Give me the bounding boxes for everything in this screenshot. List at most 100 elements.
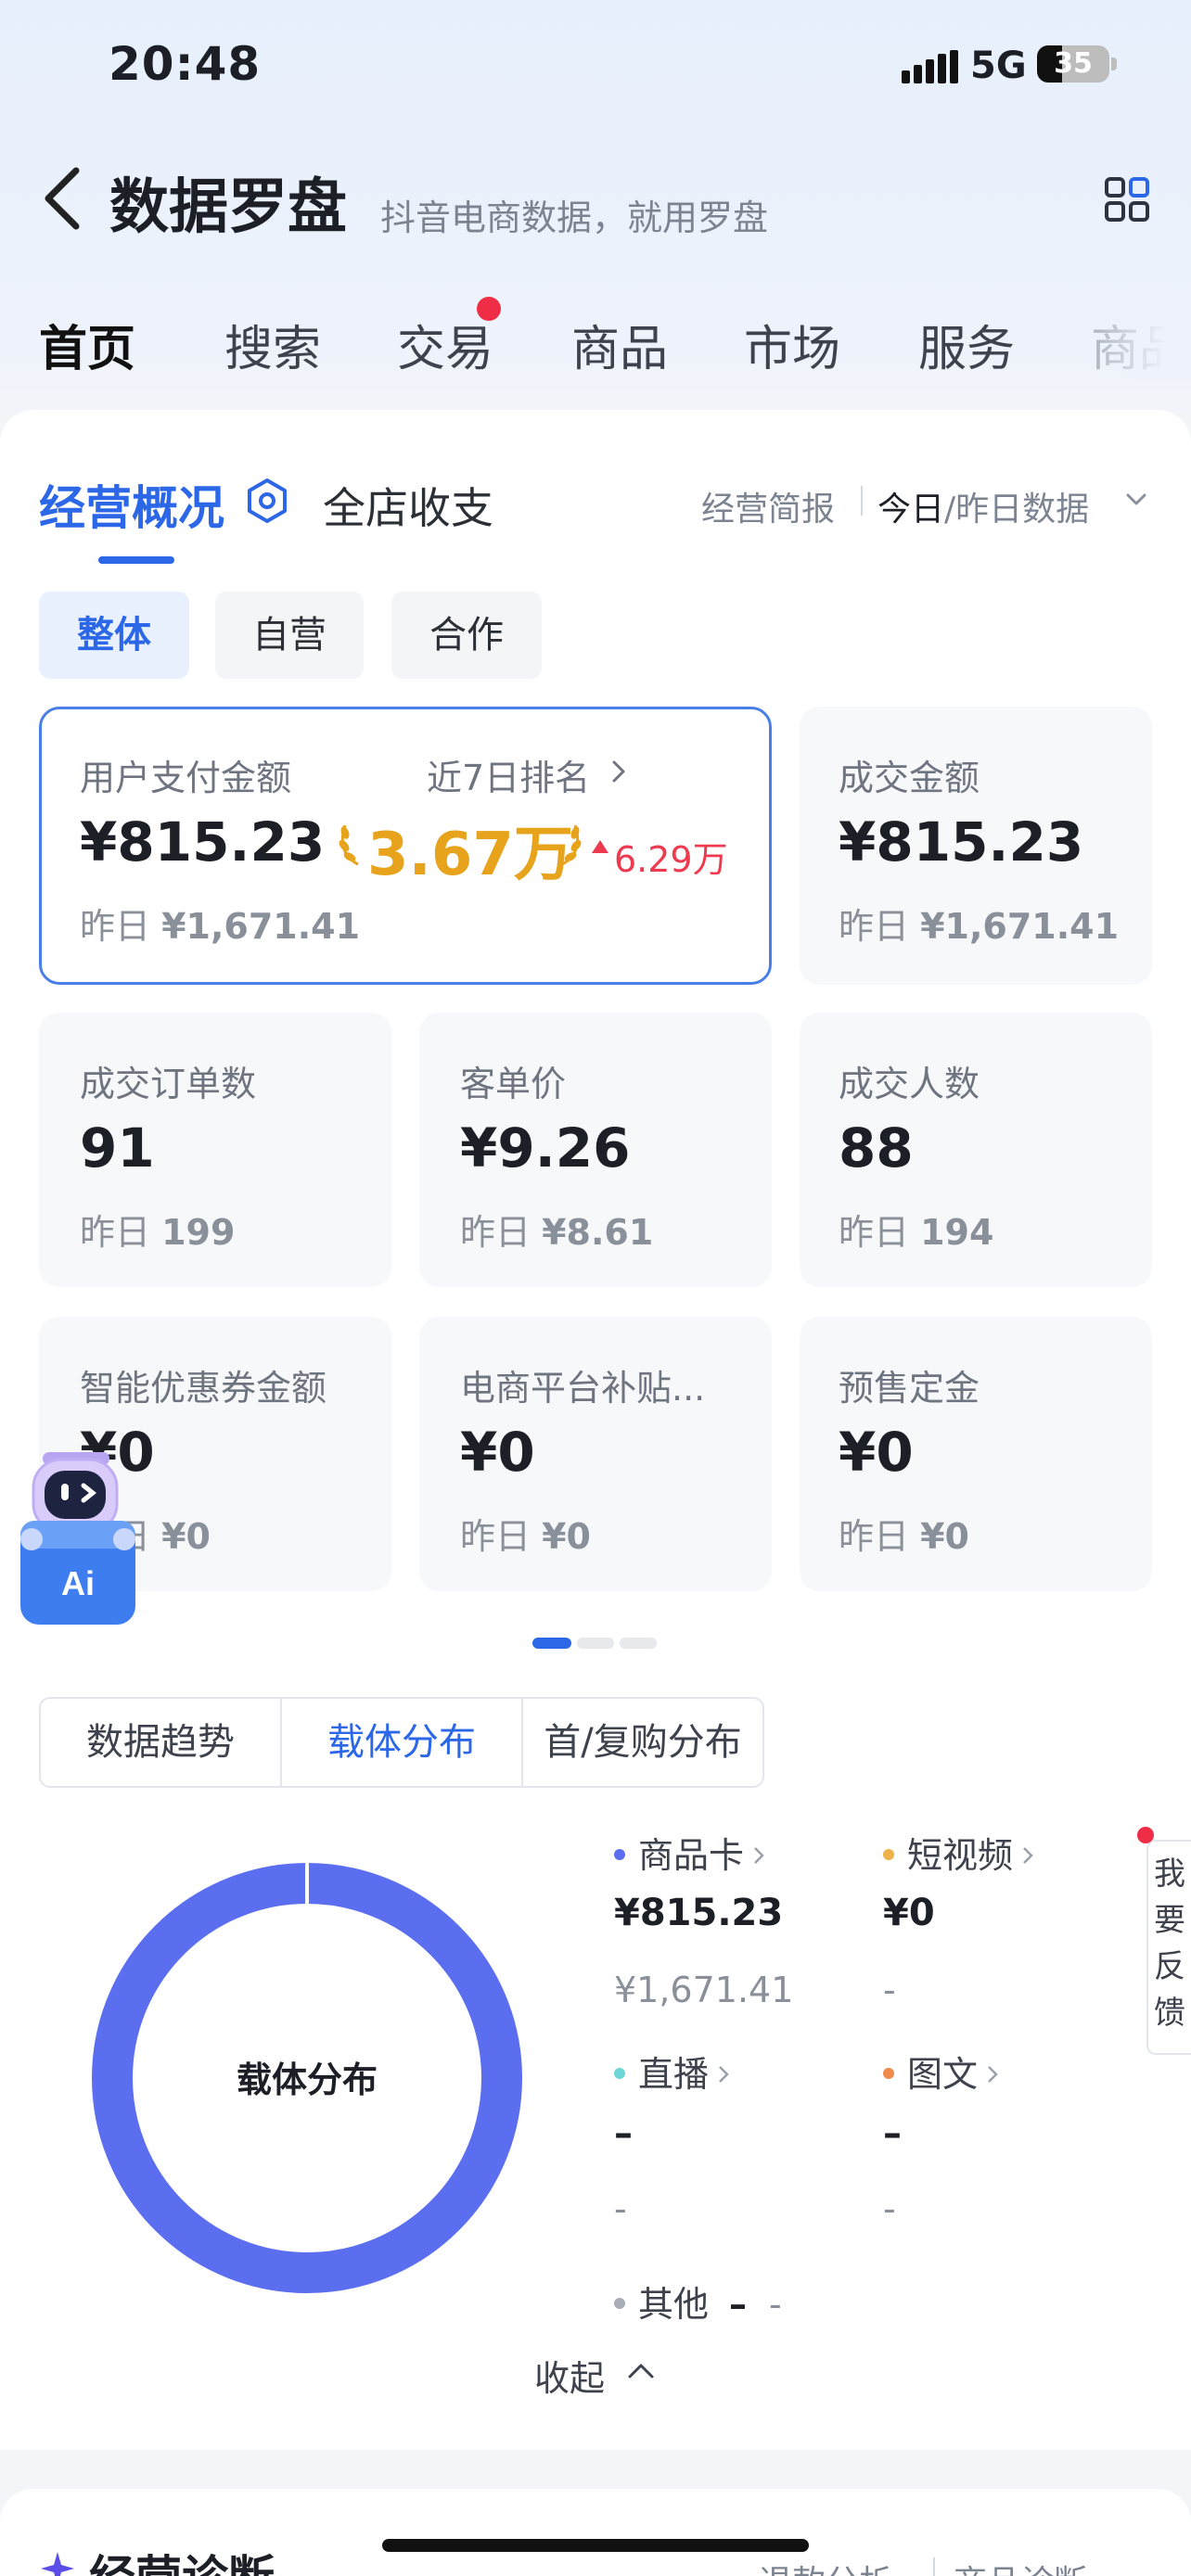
battery-icon: 35	[1037, 45, 1109, 83]
legend-dot	[614, 2297, 625, 2309]
legend-yesterday: -	[769, 2284, 782, 2325]
laurel-right-icon	[561, 824, 582, 866]
rank-label[interactable]: 近7日排名	[427, 749, 590, 800]
chevron-right-icon	[719, 2065, 729, 2083]
metric-yesterday: 昨日 ¥0	[460, 1516, 591, 1557]
legend-yesterday: -	[883, 1970, 896, 2010]
refund-analysis-link[interactable]: 退款分析	[759, 2556, 892, 2576]
feedback-char: 我	[1154, 1855, 1185, 1893]
app-subtitle: 抖音电商数据，就用罗盘	[380, 198, 769, 238]
metric-value: ¥815.23	[80, 810, 326, 874]
metric-label: 用户支付金额	[80, 758, 292, 798]
legend-dot	[883, 1848, 894, 1860]
metric-yesterday: 昨日 ¥8.61	[460, 1212, 654, 1253]
chevron-right-icon	[988, 2065, 998, 2083]
app-title: 数据罗盘	[109, 173, 347, 242]
diagnosis-title: 经营诊断	[89, 2541, 275, 2576]
distribution-tabs: 数据趋势 载体分布 首/复购分布	[39, 1697, 764, 1788]
svg-text:Ai: Ai	[61, 1564, 95, 1602]
date-today: 今日	[877, 491, 945, 529]
legend-dot	[614, 1848, 625, 1860]
product-diagnosis-link[interactable]: 商品诊断	[954, 2556, 1087, 2576]
date-yesterday: /昨日数据	[944, 491, 1090, 529]
status-time: 20:48	[109, 37, 262, 91]
tab-first-repeat-distribution[interactable]: 首/复购分布	[523, 1699, 762, 1786]
legend-item-short-video[interactable]: 短视频	[883, 1827, 1033, 1878]
date-toggle[interactable]: 今日/昨日数据	[877, 482, 1089, 530]
metric-yesterday: 昨日 ¥1,671.41	[80, 906, 361, 947]
section-tab-income[interactable]: 全店收支	[323, 475, 493, 536]
ai-assistant-icon[interactable]: Ai	[17, 1447, 139, 1632]
home-indicator[interactable]	[382, 2539, 809, 2552]
metric-yesterday: 昨日 199	[80, 1212, 236, 1253]
feedback-tab[interactable]: 我 要 反 馈	[1146, 1840, 1191, 2055]
metric-label: 电商平台补贴...	[460, 1368, 706, 1409]
nav-tab-trade[interactable]: 交易	[397, 310, 493, 379]
legend-item-image-text[interactable]: 图文	[883, 2046, 998, 2097]
rank-delta: 6.29万	[614, 839, 728, 880]
pager-dot	[577, 1638, 614, 1649]
metric-label: 成交人数	[839, 1064, 980, 1104]
metric-yesterday: 昨日 ¥0	[839, 1516, 969, 1557]
metric-yesterday: 昨日 194	[839, 1212, 994, 1253]
legend-dot	[614, 2067, 625, 2079]
legend-value: ¥0	[883, 1892, 935, 1934]
metric-value: ¥0	[460, 1421, 535, 1484]
chevron-up-icon[interactable]	[627, 2361, 655, 2379]
metric-value: ¥815.23	[839, 810, 1084, 874]
legend-item-other[interactable]: 其他 – -	[614, 2276, 782, 2327]
metric-label: 预售定金	[839, 1368, 980, 1409]
chevron-down-icon[interactable]	[1124, 490, 1148, 510]
rank-value: 3.67万	[367, 821, 573, 889]
back-arrow-icon[interactable]	[41, 165, 83, 232]
feedback-notification-dot	[1137, 1827, 1154, 1843]
donut-center-label: 载体分布	[236, 2060, 378, 2100]
metric-label: 客单价	[460, 1064, 567, 1104]
legend-item-live[interactable]: 直播	[614, 2046, 729, 2097]
metric-value: ¥0	[839, 1421, 914, 1484]
collapse-button[interactable]: 收起	[534, 2350, 605, 2401]
chevron-right-icon[interactable]	[610, 759, 627, 784]
chip-partner[interactable]: 合作	[391, 592, 542, 679]
apps-grid-icon[interactable]	[1104, 176, 1150, 223]
metric-label: 成交金额	[839, 758, 980, 798]
feedback-char: 要	[1154, 1902, 1185, 1939]
active-tab-indicator	[98, 556, 174, 564]
legend-value: –	[614, 2112, 633, 2155]
section-tab-overview[interactable]: 经营概况	[39, 471, 224, 538]
legend-yesterday: -	[883, 2188, 896, 2229]
legend-dot	[883, 2067, 894, 2079]
up-arrow-icon	[592, 840, 608, 853]
metric-value: 88	[839, 1116, 914, 1180]
report-link[interactable]: 经营简报	[701, 482, 835, 530]
battery-level: 35	[1054, 47, 1093, 80]
feedback-char: 馈	[1154, 1995, 1185, 2032]
tab-carrier-distribution[interactable]: 载体分布	[282, 1699, 523, 1786]
tab-data-trend[interactable]: 数据趋势	[41, 1699, 282, 1786]
metric-yesterday: 昨日 ¥1,671.41	[839, 906, 1120, 947]
chevron-right-icon	[754, 1846, 764, 1864]
sparkle-icon	[41, 2552, 74, 2576]
legend-value: –	[729, 2284, 748, 2325]
laurel-left-icon	[339, 824, 359, 866]
signal-icon	[902, 50, 961, 83]
battery-tip	[1111, 57, 1117, 70]
chip-all[interactable]: 整体	[39, 592, 189, 679]
metric-label: 成交订单数	[80, 1064, 257, 1104]
divider	[933, 2557, 935, 2576]
pager-dot	[620, 1638, 657, 1649]
legend-item-product-card[interactable]: 商品卡	[614, 1827, 764, 1878]
nav-tab-search[interactable]: 搜索	[224, 310, 321, 379]
chevron-right-icon	[1023, 1846, 1033, 1864]
chip-self[interactable]: 自营	[215, 592, 364, 679]
network-type: 5G	[970, 45, 1027, 87]
legend-yesterday: -	[614, 2188, 627, 2229]
target-icon[interactable]	[243, 477, 291, 525]
nav-tab-product[interactable]: 商品	[571, 310, 668, 379]
nav-tab-market[interactable]: 市场	[744, 310, 840, 379]
nav-tab-home[interactable]: 首页	[39, 310, 135, 379]
feedback-char: 反	[1154, 1948, 1185, 1985]
nav-tab-service[interactable]: 服务	[918, 310, 1015, 379]
legend-value: –	[883, 2112, 902, 2155]
divider	[861, 486, 863, 516]
